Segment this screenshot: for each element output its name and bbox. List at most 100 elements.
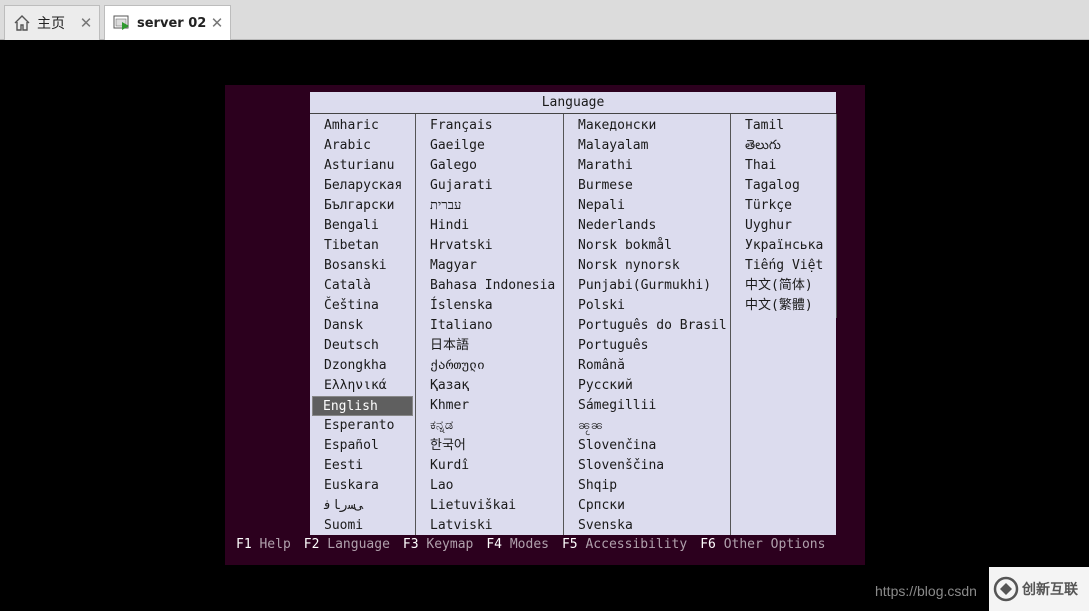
column-divider <box>730 114 731 535</box>
language-option[interactable]: Македонски <box>576 116 656 136</box>
tab-home[interactable]: 主页 ✕ <box>4 5 100 40</box>
language-option[interactable]: Slovenčina <box>576 436 656 456</box>
function-key-code: F3 <box>402 537 427 552</box>
language-option[interactable]: Burmese <box>576 176 633 196</box>
language-option[interactable]: Uyghur <box>743 216 792 236</box>
language-option[interactable]: Magyar <box>428 256 477 276</box>
watermark-logo: 创新互联 <box>989 567 1089 611</box>
language-option[interactable]: Gujarati <box>428 176 493 196</box>
function-key-bar: F1 Help F2 Language F3 Keymap F4 Modes F5 Ac… <box>236 535 838 555</box>
language-option[interactable]: Íslenska <box>428 296 493 316</box>
language-option[interactable]: Lao <box>428 476 453 496</box>
language-option[interactable]: Български <box>322 196 394 216</box>
language-option[interactable]: Sámegillii <box>576 396 656 416</box>
language-option[interactable]: Bosanski <box>322 256 387 276</box>
language-option[interactable]: Čeština <box>322 296 379 316</box>
language-option[interactable]: Nepali <box>576 196 625 216</box>
language-option[interactable]: 日本語 <box>428 336 469 356</box>
language-option[interactable]: עברית <box>428 196 461 216</box>
language-option[interactable]: Arabic <box>322 136 371 156</box>
language-option[interactable]: Latviski <box>428 516 493 536</box>
close-icon[interactable]: ✕ <box>79 14 93 32</box>
function-key-code: F1 <box>236 537 260 552</box>
function-key-label: Accessibility <box>585 537 688 552</box>
language-option[interactable]: 한국어 <box>428 436 466 456</box>
function-key-label: Language <box>327 537 390 552</box>
language-option[interactable]: Shqip <box>576 476 617 496</box>
language-option[interactable]: Dzongkha <box>322 356 387 376</box>
column-divider <box>415 114 416 535</box>
language-option[interactable]: Nederlands <box>576 216 656 236</box>
language-option[interactable]: Français <box>428 116 493 136</box>
function-key-code: F5 <box>561 537 586 552</box>
language-option[interactable]: Malayalam <box>576 136 648 156</box>
language-option[interactable]: Català <box>322 276 371 296</box>
language-option[interactable]: Bahasa Indonesia <box>428 276 555 296</box>
tab-home-label: 主页 <box>37 16 65 32</box>
function-key-f5[interactable]: F5 Accessibility <box>562 535 687 555</box>
language-option[interactable]: Tibetan <box>322 236 379 256</box>
function-key-label: Other Options <box>723 537 826 552</box>
language-option[interactable]: Kurdî <box>428 456 469 476</box>
tab-server-02[interactable]: server 02 ✕ <box>104 5 231 40</box>
language-option[interactable]: Asturianu <box>322 156 394 176</box>
language-option[interactable]: ﻰﺳﺭﺎﻓ <box>322 496 363 516</box>
language-option[interactable]: Lietuviškai <box>428 496 516 516</box>
tab-bar: 主页 ✕ server 02 ✕ <box>0 0 1089 40</box>
language-option[interactable]: ၼႂၼ <box>576 416 603 436</box>
language-option[interactable]: Қазақ <box>428 376 469 396</box>
language-option[interactable]: Suomi <box>322 516 363 536</box>
function-key-label: Keymap <box>426 537 474 552</box>
language-option[interactable]: Thai <box>743 156 776 176</box>
language-option[interactable]: Deutsch <box>322 336 379 356</box>
language-option[interactable]: Română <box>576 356 625 376</box>
language-option[interactable]: Esperanto <box>322 416 394 436</box>
language-option[interactable]: Galego <box>428 156 477 176</box>
language-option[interactable]: Norsk nynorsk <box>576 256 680 276</box>
language-option[interactable]: Беларуская <box>322 176 402 196</box>
language-option[interactable]: 中文(简体) <box>743 276 813 296</box>
language-option[interactable]: Bengali <box>322 216 379 236</box>
column-divider <box>563 114 564 535</box>
language-option[interactable]: Hrvatski <box>428 236 493 256</box>
language-option[interactable]: Español <box>322 436 379 456</box>
language-option[interactable]: Marathi <box>576 156 633 176</box>
close-icon[interactable]: ✕ <box>210 14 224 32</box>
column-divider <box>836 114 837 318</box>
language-option[interactable]: Tagalog <box>743 176 800 196</box>
language-option[interactable]: Italiano <box>428 316 493 336</box>
language-option[interactable]: Türkçe <box>743 196 792 216</box>
language-option[interactable]: ಕನ್ನಡ <box>428 416 453 436</box>
language-option[interactable]: 中文(繁體) <box>743 296 813 316</box>
language-option[interactable]: Ελληνικά <box>322 376 387 396</box>
language-option[interactable]: Português <box>576 336 648 356</box>
language-option[interactable]: ქართული <box>428 356 485 376</box>
language-option[interactable]: Hindi <box>428 216 469 236</box>
language-option[interactable]: Português do Brasil <box>576 316 727 336</box>
language-option[interactable]: Khmer <box>428 396 469 416</box>
language-option[interactable]: తెలుగు <box>743 136 781 156</box>
language-option[interactable]: Gaeilge <box>428 136 485 156</box>
language-option[interactable]: English <box>312 396 413 416</box>
function-key-f2[interactable]: F2 Language <box>304 535 390 555</box>
language-option[interactable]: Русский <box>576 376 633 396</box>
function-key-f6[interactable]: F6 Other Options <box>700 535 825 555</box>
language-option[interactable]: Euskara <box>322 476 379 496</box>
language-option[interactable]: Tiếng Việt <box>743 256 823 276</box>
watermark-url: https://blog.csdn <box>875 583 977 599</box>
language-option[interactable]: Amharic <box>322 116 379 136</box>
language-option[interactable]: Polski <box>576 296 625 316</box>
language-option[interactable]: Punjabi(Gurmukhi) <box>576 276 711 296</box>
language-option[interactable]: Norsk bokmål <box>576 236 672 256</box>
language-option[interactable]: Slovenščina <box>576 456 664 476</box>
language-option[interactable]: Svenska <box>576 516 633 536</box>
function-key-f1[interactable]: F1 Help <box>236 535 291 555</box>
language-option[interactable]: Tamil <box>743 116 784 136</box>
language-option[interactable]: Eesti <box>322 456 363 476</box>
language-option[interactable]: Dansk <box>322 316 363 336</box>
language-option[interactable]: Українська <box>743 236 823 256</box>
home-icon <box>13 14 31 32</box>
function-key-f4[interactable]: F4 Modes <box>486 535 549 555</box>
function-key-f3[interactable]: F3 Keymap <box>403 535 473 555</box>
language-option[interactable]: Српски <box>576 496 625 516</box>
